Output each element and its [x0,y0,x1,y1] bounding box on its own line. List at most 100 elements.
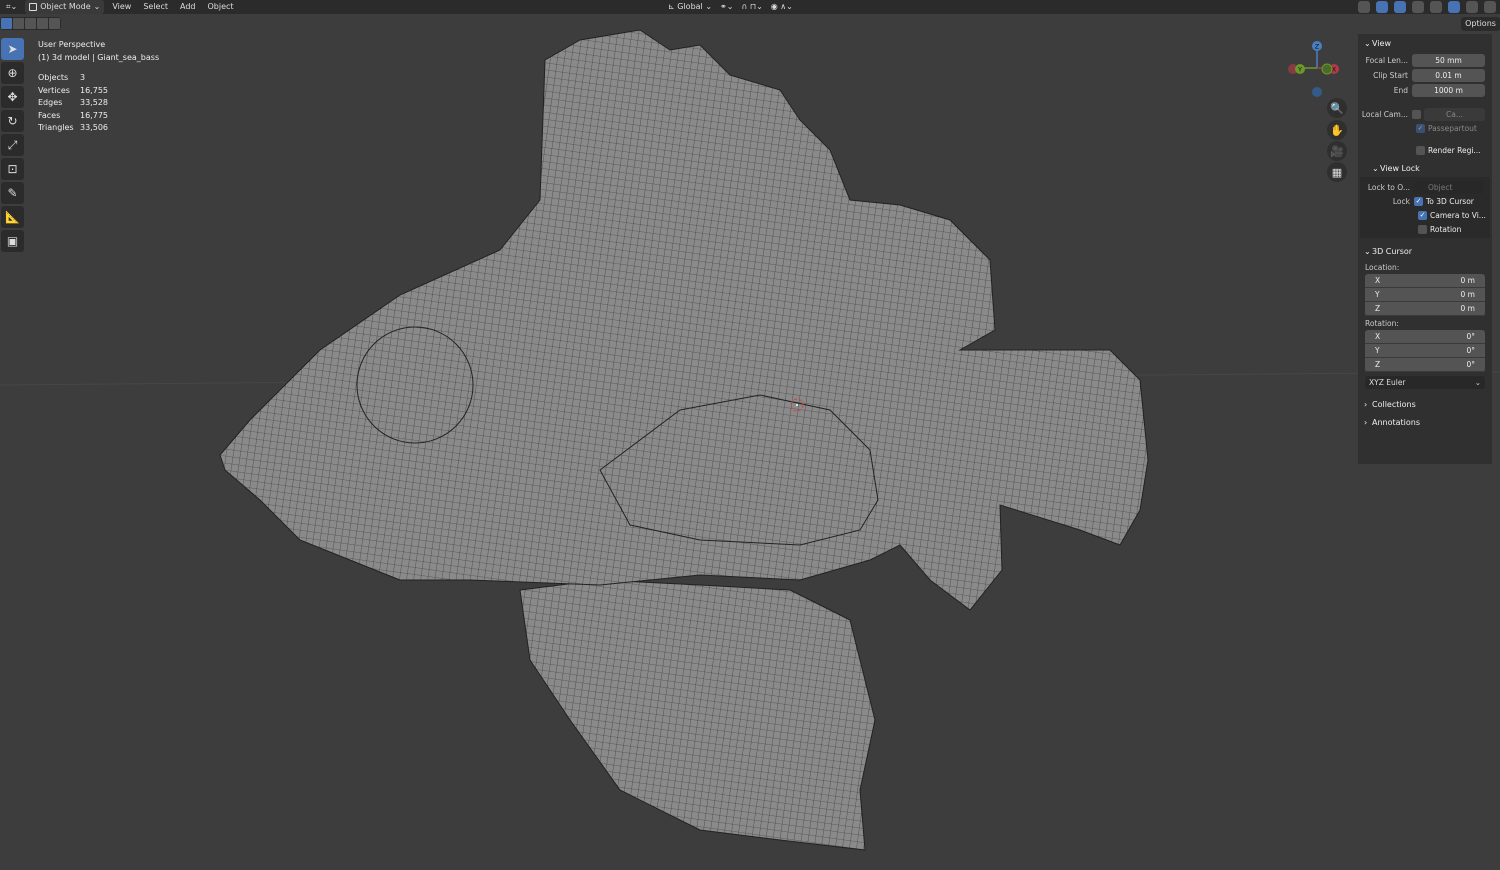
local-camera-field[interactable]: Ca... [1424,107,1485,121]
lock-to-cursor-checkbox[interactable]: ✓ [1414,196,1423,206]
gizmo-z-label: Z [1315,43,1320,51]
lock-to-object-label: Lock to O... [1367,182,1410,192]
menu-object[interactable]: Object [204,0,238,14]
add-cube-tool-icon[interactable]: ▣ [1,230,24,252]
axis-label: X [1375,276,1381,285]
rotation-x-field[interactable]: X 0° [1365,330,1485,344]
view-section-header[interactable]: ⌄ View [1358,34,1492,52]
lock-to-object-field[interactable]: Object [1414,180,1483,194]
rotate-tool-icon[interactable]: ↻ [1,110,24,132]
shading-wireframe-icon[interactable] [1430,1,1442,13]
cursor-location-fields[interactable]: X 0 m Y 0 m Z 0 m [1365,274,1485,316]
local-camera-checkbox[interactable] [1412,109,1421,119]
passepartout-label: Passepartout [1428,123,1477,133]
axis-value: 0 m [1460,290,1475,299]
stat-value: 33,528 [80,98,108,107]
rotation-mode-dropdown[interactable]: XYZ Euler ⌄ [1365,376,1485,389]
chevron-right-icon: › [1364,417,1368,427]
rotation-y-field[interactable]: Y 0° [1365,344,1485,358]
chevron-right-icon: › [1364,399,1368,409]
view-lock-section-header[interactable]: ⌄ View Lock [1358,159,1492,177]
stat-value: 3 [80,73,86,82]
location-y-field[interactable]: Y 0 m [1365,288,1485,302]
menu-add[interactable]: Add [176,0,200,14]
passepartout-checkbox[interactable]: ✓ [1416,123,1425,133]
select-intersect-icon[interactable] [49,18,60,29]
select-box-tool-icon[interactable]: ➤ [1,38,24,60]
axis-label: Z [1375,304,1381,313]
axis-label: Y [1375,346,1380,355]
xray-icon[interactable] [1412,1,1424,13]
clip-start-label: Clip Start [1373,70,1408,80]
editor-type-icon[interactable]: ⌗⌄ [2,0,21,14]
menu-select[interactable]: Select [139,0,172,14]
object-mode-icon [29,3,38,11]
axis-label: Y [1375,290,1380,299]
focal-length-label: Focal Len... [1365,55,1408,65]
cursor-tool-icon[interactable]: ⊕ [1,62,24,84]
focal-length-field[interactable]: 50 mm [1412,53,1485,67]
measure-tool-icon[interactable]: 📐 [1,206,24,228]
pan-hand-icon[interactable]: ✋ [1327,120,1347,140]
stat-value: 33,506 [80,123,108,132]
gizmo-toggle-icon[interactable] [1376,1,1388,13]
menu-view[interactable]: View [108,0,135,14]
transform-tool-icon[interactable]: ⊡ [1,158,24,180]
scale-tool-icon[interactable]: ⤢ [1,134,24,156]
stat-label: Objects [38,73,69,82]
lock-rotation-checkbox[interactable] [1418,224,1427,234]
lock-rotation-label: Rotation [1430,224,1462,234]
location-z-field[interactable]: Z 0 m [1365,302,1485,316]
3d-cursor-section-header[interactable]: ⌄ 3D Cursor [1358,242,1492,260]
orientation-label: Global [677,2,703,11]
orientation-dropdown[interactable]: ⊾ Global ⌄ [668,0,712,14]
render-region-label: Render Regi... [1428,145,1481,155]
clip-end-field[interactable]: 1000 m [1412,83,1485,97]
pivot-icon[interactable]: ⚭⌄ [720,0,733,14]
stat-value: 16,755 [80,85,108,95]
section-title: View [1372,38,1391,48]
mode-dropdown[interactable]: Object Mode ⌄ [25,0,105,14]
camera-view-icon[interactable]: 🎥 [1327,141,1347,161]
shading-solid-icon[interactable] [1448,1,1460,13]
collections-section-header[interactable]: › Collections [1358,395,1492,413]
axis-value: 0° [1466,332,1475,341]
move-tool-icon[interactable]: ✥ [1,86,24,108]
lock-to-cursor-label: To 3D Cursor [1426,196,1474,206]
section-title: View Lock [1380,163,1420,173]
options-button[interactable]: Options [1461,17,1500,31]
shading-rendered-icon[interactable] [1484,1,1496,13]
viewport-info: User Perspective (1) 3d model | Giant_se… [38,39,159,135]
gizmo-y-label: Y [1297,66,1302,74]
shading-material-icon[interactable] [1466,1,1478,13]
overlays-toggle-icon[interactable] [1394,1,1406,13]
perspective-grid-icon[interactable]: ▦ [1327,162,1347,182]
visibility-icon[interactable] [1358,1,1370,13]
clip-start-field[interactable]: 0.01 m [1412,68,1485,82]
axis-value: 0° [1466,360,1475,369]
axis-value: 0 m [1460,304,1475,313]
fish-mesh-model[interactable] [0,0,1500,870]
render-region-checkbox[interactable] [1416,145,1425,155]
annotations-section-header[interactable]: › Annotations [1358,413,1492,431]
zoom-view-icon[interactable]: 🔍 [1327,98,1347,118]
chevron-down-icon: ⌄ [1474,378,1481,387]
lock-label: Lock [1392,196,1410,206]
stat-label: Edges [38,98,63,107]
select-new-icon[interactable] [1,18,12,29]
proportional-edit-icon[interactable]: ◉ ∧⌄ [771,0,793,14]
local-camera-label: Local Cam... [1361,109,1408,119]
rotation-z-field[interactable]: Z 0° [1365,358,1485,372]
select-extend-icon[interactable] [13,18,24,29]
camera-to-view-checkbox[interactable]: ✓ [1418,210,1427,220]
select-invert-icon[interactable] [37,18,48,29]
select-subtract-icon[interactable] [25,18,36,29]
location-x-field[interactable]: X 0 m [1365,274,1485,288]
annotate-tool-icon[interactable]: ✎ [1,182,24,204]
rotation-label: Rotation: [1365,319,1399,328]
snap-icon[interactable]: ∩ ⊓⌄ [741,0,762,14]
chevron-down-icon: ⌄ [1364,38,1371,48]
selection-mode-buttons [0,17,61,30]
cursor-rotation-fields[interactable]: X 0° Y 0° Z 0° [1365,330,1485,372]
object-name: (1) 3d model | Giant_sea_bass [38,52,160,62]
